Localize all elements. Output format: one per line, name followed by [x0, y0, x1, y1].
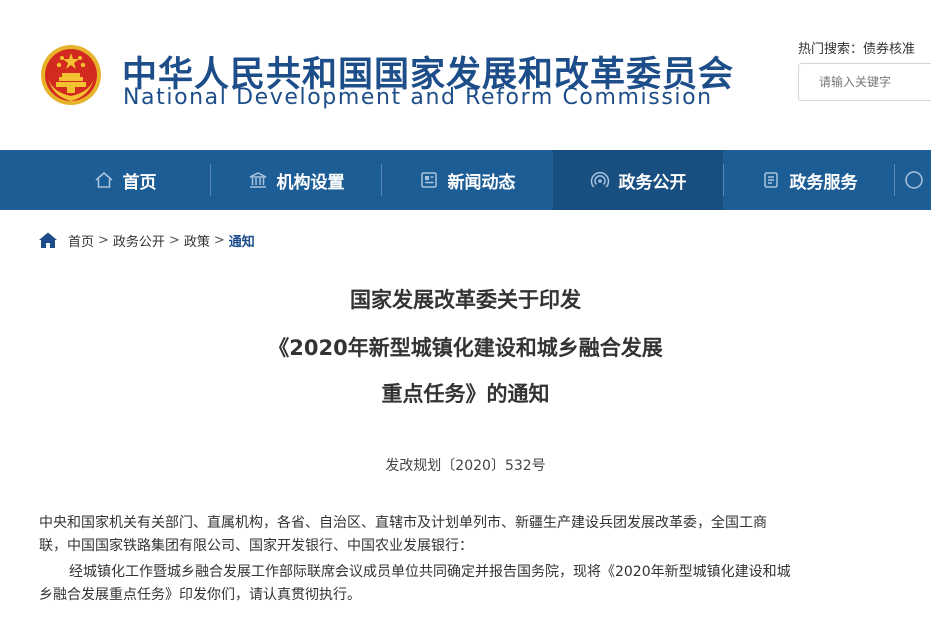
article-title-line: 《2020年新型城镇化建设和城乡融合发展 — [268, 336, 663, 360]
nav-item-government-affairs[interactable]: 政务公开 — [553, 150, 723, 210]
document-number: 发改规划〔2020〕532号 — [385, 458, 546, 474]
service-icon — [763, 172, 778, 188]
nav-item-label: 机构设置 — [276, 172, 345, 193]
national-emblem-icon[interactable] — [40, 44, 102, 106]
institution-icon — [249, 172, 266, 188]
article-title-line: 重点任务》的通知 — [381, 382, 550, 406]
search-input[interactable] — [799, 64, 931, 100]
breadcrumb-policy[interactable]: 政策 — [184, 231, 210, 250]
site-title-en[interactable]: National Development and Reform Commissi… — [123, 85, 713, 110]
site-header: 中华人民共和国国家发展和改革委员会 National Development a… — [0, 0, 931, 150]
hot-search-label: 热门搜索： — [798, 42, 864, 57]
nav-item-institution[interactable]: 机构设置 — [211, 150, 381, 210]
nav-item-label: 首页 — [122, 172, 157, 193]
nav-item-home[interactable]: 首页 — [40, 150, 210, 210]
hot-search: 热门搜索：债券核准 — [798, 38, 915, 57]
breadcrumb-separator: > — [168, 232, 180, 248]
breadcrumb-home[interactable]: 首页 — [68, 231, 94, 250]
broadcast-icon — [590, 172, 609, 188]
hot-search-keyword-link[interactable]: 债券核准 — [863, 42, 915, 57]
recipients-line: 中央和国家机关有关部门、直属机构，各省、自治区、直辖市及计划单列市、新疆生产建设… — [39, 515, 767, 531]
body-line: 乡融合发展重点任务》印发你们，请认真贯彻执行。 — [39, 587, 361, 603]
article-title-line: 国家发展改革委关于印发 — [350, 288, 581, 312]
recipients-line: 联，中国国家铁路集团有限公司、国家开发银行、中国农业发展银行： — [39, 538, 473, 554]
body-line: 经城镇化工作暨城乡融合发展工作部际联席会议成员单位共同确定并报告国务院，现将《2… — [69, 564, 791, 580]
nav-item-label: 新闻动态 — [447, 172, 516, 193]
news-icon — [420, 172, 437, 188]
nav-item-label: 政务公开 — [618, 172, 687, 193]
nav-item-label: 政务服务 — [789, 172, 858, 193]
nav-item-news[interactable]: 新闻动态 — [382, 150, 552, 210]
nav-item-services[interactable]: 政务服务 — [724, 150, 894, 210]
breadcrumb-government-affairs[interactable]: 政务公开 — [113, 231, 165, 250]
more-nav-icon[interactable] — [904, 170, 924, 190]
breadcrumb-separator: > — [98, 232, 109, 248]
nav-divider — [894, 164, 895, 196]
breadcrumb-notice[interactable]: 通知 — [229, 231, 255, 250]
breadcrumb: 首页 > 政务公开 > 政策 > 通知 — [38, 230, 255, 250]
home-icon — [94, 171, 113, 188]
breadcrumb-separator: > — [213, 232, 225, 248]
home-icon[interactable] — [38, 231, 58, 249]
main-nav: 首页 机构设置 新闻动态 政务公开 政务服务 — [0, 150, 931, 210]
search-box[interactable] — [798, 63, 931, 101]
